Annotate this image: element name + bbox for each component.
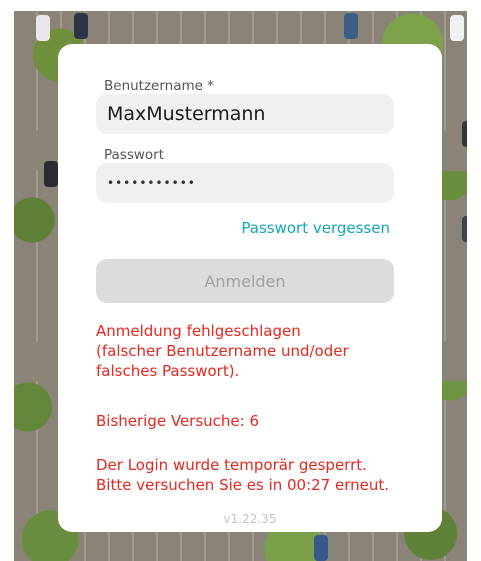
login-button[interactable]: Anmelden — [96, 259, 394, 303]
attempts-text: Bisherige Versuche: 6 — [96, 412, 260, 430]
attempts-message: Bisherige Versuche: 6 — [96, 411, 416, 431]
lockout-line: Bitte versuchen Sie es in 00:27 erneut. — [96, 476, 390, 494]
password-value: ••••••••••• — [107, 176, 196, 190]
error-line: (falscher Benutzername und/oder — [96, 342, 349, 360]
parked-car — [462, 216, 467, 242]
password-field[interactable]: ••••••••••• — [96, 163, 394, 203]
lockout-line: Der Login wurde temporär gesperrt. — [96, 456, 367, 474]
error-line: Anmeldung fehlgeschlagen — [96, 322, 301, 340]
username-label: Benutzername * — [104, 78, 215, 94]
lockout-message: Der Login wurde temporär gesperrt. Bitte… — [96, 455, 416, 495]
username-field[interactable]: MaxMustermann — [96, 94, 394, 134]
parked-car — [44, 161, 58, 187]
error-line: falsches Passwort). — [96, 362, 240, 380]
parked-car — [450, 15, 464, 41]
parked-car — [74, 13, 88, 39]
parked-car — [36, 15, 50, 41]
parked-car — [314, 535, 328, 561]
error-message: Anmeldung fehlgeschlagen (falscher Benut… — [96, 321, 416, 381]
username-value: MaxMustermann — [107, 103, 266, 125]
login-card: Benutzername * MaxMustermann Passwort ••… — [58, 44, 442, 532]
forgot-password-link[interactable]: Passwort vergessen — [241, 219, 390, 237]
login-button-label: Anmelden — [204, 271, 286, 291]
parked-car — [344, 13, 358, 39]
version-label: v1.22.35 — [223, 512, 277, 526]
parked-car — [462, 121, 467, 147]
password-label: Passwort — [104, 147, 165, 163]
